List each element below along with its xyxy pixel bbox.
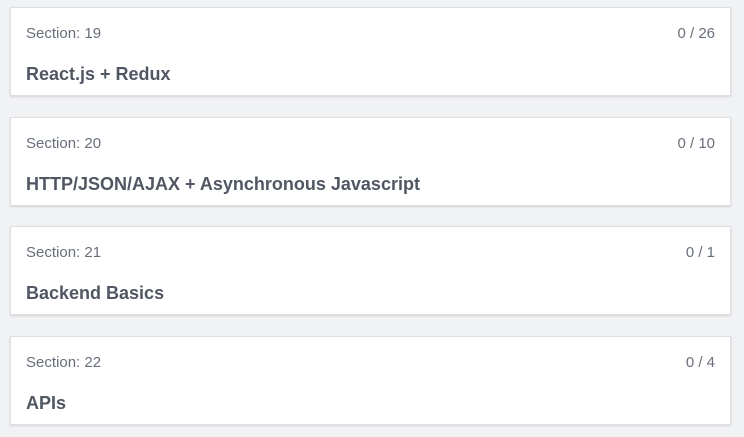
section-number: Section: 21 [26,244,102,261]
section-title: APIs [26,393,67,413]
section-card[interactable]: Section: 21 0 / 1 Backend Basics [10,226,731,315]
section-title: HTTP/JSON/AJAX + Asynchronous Javascript [26,174,420,194]
section-card[interactable]: Section: 20 0 / 10 HTTP/JSON/AJAX + Asyn… [10,117,731,206]
section-title: React.js + Redux [26,64,171,84]
section-card[interactable]: Section: 19 0 / 26 React.js + Redux [10,7,731,96]
section-number: Section: 22 [26,354,102,371]
curriculum-section-list: Section: 19 0 / 26 React.js + Redux Sect… [0,0,744,437]
section-progress-count: 0 / 1 [685,244,715,261]
section-number: Section: 19 [26,25,102,42]
section-progress-count: 0 / 10 [677,135,715,152]
section-title: Backend Basics [26,283,165,303]
section-progress-count: 0 / 4 [685,354,715,371]
section-number: Section: 20 [26,135,102,152]
section-card[interactable]: Section: 22 0 / 4 APIs [10,336,731,425]
section-progress-count: 0 / 26 [677,25,715,42]
